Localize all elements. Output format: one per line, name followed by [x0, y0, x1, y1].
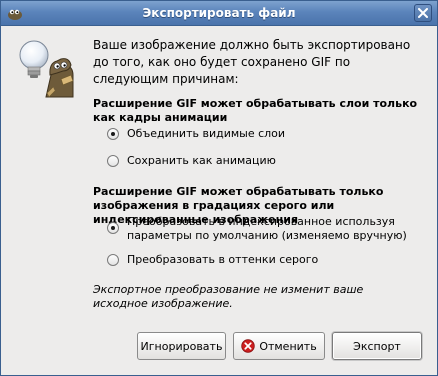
cancel-button-label: Отменить: [259, 339, 317, 353]
convert-to-grayscale-label: Преобразовать в оттенки серого: [127, 253, 319, 266]
save-as-animation-option[interactable]: Сохранить как анимацию: [107, 154, 427, 172]
export-button[interactable]: Экспорт: [332, 332, 422, 360]
merge-visible-layers-radio[interactable]: [107, 128, 119, 140]
ignore-button[interactable]: Игнорировать: [137, 332, 226, 360]
gimp-export-lightbulb-icon: [13, 35, 77, 99]
convert-to-indexed-radio[interactable]: [107, 222, 119, 234]
merge-visible-layers-option[interactable]: Объединить видимые слои: [107, 127, 427, 145]
cancel-icon: [241, 339, 256, 353]
convert-to-indexed-option[interactable]: Преобразовать в индексированное использу…: [107, 215, 427, 245]
ignore-button-label: Игнорировать: [140, 339, 223, 353]
export-note: Экспортное преобразование не изменит ваш…: [93, 283, 364, 310]
export-button-label: Экспорт: [353, 339, 401, 353]
save-as-animation-radio[interactable]: [107, 155, 119, 167]
intro-text: Ваше изображение должно быть экспортиров…: [93, 38, 411, 86]
convert-to-grayscale-radio[interactable]: [107, 254, 119, 266]
convert-to-grayscale-option[interactable]: Преобразовать в оттенки серого: [107, 253, 427, 271]
layers-section-heading: Расширение GIF может обрабатывать слои т…: [93, 97, 418, 124]
close-icon: [418, 8, 428, 18]
cancel-button[interactable]: Отменить: [233, 332, 325, 360]
titlebar[interactable]: Экспортировать файл: [1, 1, 437, 26]
window-title: Экспортировать файл: [142, 6, 296, 20]
convert-to-indexed-label: Преобразовать в индексированное использу…: [127, 215, 407, 242]
save-as-animation-label: Сохранить как анимацию: [127, 154, 276, 167]
merge-visible-layers-label: Объединить видимые слои: [127, 127, 286, 140]
export-dialog-window: Экспортировать файл Ваше изображение дол…: [0, 0, 438, 376]
close-button[interactable]: [414, 4, 432, 22]
